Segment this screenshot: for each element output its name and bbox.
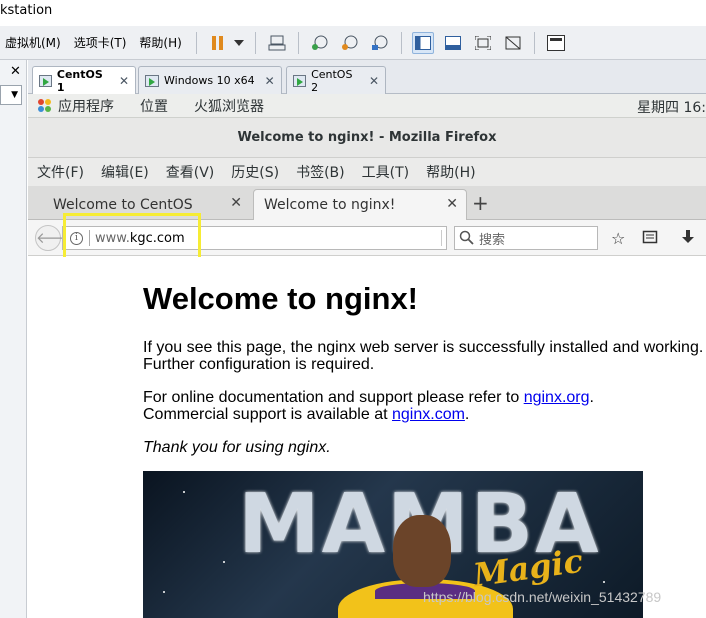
url-divider [89, 230, 90, 246]
site-info-icon[interactable]: i [70, 231, 83, 245]
thumbnail-view-icon[interactable] [545, 32, 567, 54]
search-placeholder: 搜索 [479, 232, 506, 248]
snapshot-revert-icon[interactable] [339, 32, 361, 54]
fullscreen-icon[interactable] [472, 32, 494, 54]
commercial-text: Commercial support is available at [143, 406, 392, 423]
firefox-launcher[interactable]: 火狐浏览器 [194, 96, 264, 116]
vm-tab-strip: CentOS 1 ✕ Windows 10 x64 ✕ CentOS 2 ✕ [28, 60, 706, 95]
clock[interactable]: 星期四 16: [637, 97, 706, 117]
applications-icon [38, 98, 52, 113]
search-input[interactable]: 搜索 [454, 226, 598, 250]
gnome-top-bar: 应用程序 位置 火狐浏览器 星期四 16: [28, 94, 706, 118]
menu-help[interactable]: 帮助(H) [134, 34, 189, 51]
close-icon[interactable]: ✕ [119, 74, 129, 88]
intro-paragraph: If you see this page, the nginx web serv… [143, 339, 704, 373]
back-arrow-icon[interactable]: 🡐 [35, 225, 76, 251]
docs-paragraph: For online documentation and support ple… [143, 389, 706, 423]
commercial-text-end: . [464, 406, 470, 423]
menu-tabs[interactable]: 选项卡(T) [69, 34, 135, 51]
tab-centos-1[interactable]: CentOS 1 ✕ [32, 66, 136, 95]
tab-label: Welcome to nginx! [264, 197, 396, 213]
toolbar-separator [254, 31, 256, 54]
nginx-org-link[interactable]: nginx.org [524, 389, 590, 406]
tab-label: CentOS 2 [311, 67, 353, 94]
nginx-com-link[interactable]: nginx.com [392, 406, 465, 423]
close-icon[interactable]: ✕ [230, 195, 242, 211]
new-tab-icon[interactable]: + [472, 191, 489, 215]
unity-icon[interactable] [502, 32, 524, 54]
places-menu[interactable]: 位置 [140, 96, 168, 116]
tab-centos-2[interactable]: CentOS 2 ✕ [286, 66, 386, 94]
menu-vm[interactable]: 虚拟机(M) [0, 34, 69, 51]
pause-icon[interactable] [207, 32, 229, 54]
docs-text: For online documentation and support ple… [143, 389, 524, 406]
close-icon[interactable]: ✕ [369, 74, 379, 88]
tab-welcome-centos[interactable]: Welcome to CentOS ✕ [28, 189, 250, 220]
console-view-icon[interactable] [442, 32, 464, 54]
vm-icon [39, 75, 52, 87]
toolbar-separator [297, 31, 299, 54]
vmware-window-title: kstation [0, 0, 706, 26]
dropdown-arrow-icon[interactable] [233, 32, 245, 54]
menu-help[interactable]: 帮助(H) [426, 162, 475, 182]
firefox-menubar: 文件(F) 编辑(E) 查看(V) 历史(S) 书签(B) 工具(T) 帮助(H… [28, 158, 706, 186]
firefox-navbar: 🡐 i www. kgc.com ↻ 搜索 ☆ [28, 220, 706, 256]
menu-edit[interactable]: 编辑(E) [101, 162, 149, 182]
thanks-paragraph: Thank you for using nginx. [143, 439, 331, 456]
close-icon[interactable]: ✕ [446, 196, 458, 212]
vm-icon [145, 74, 159, 87]
library-dropdown[interactable]: ▼ [0, 85, 22, 105]
menu-tools[interactable]: 工具(T) [362, 162, 409, 182]
url-bar[interactable]: i www. kgc.com ↻ [62, 226, 467, 250]
docs-text-end: . [589, 389, 594, 406]
menu-bookmarks[interactable]: 书签(B) [296, 162, 345, 182]
sidebar-view-icon[interactable] [411, 31, 434, 54]
toolbar-separator [195, 31, 197, 54]
page-heading: Welcome to nginx! [143, 281, 419, 316]
toolbar-separator [533, 31, 535, 54]
tab-label: Welcome to CentOS [53, 196, 193, 213]
firefox-tab-strip: Welcome to CentOS ✕ Welcome to nginx! ✕ … [28, 186, 706, 220]
vm-icon [293, 74, 307, 87]
search-icon [459, 230, 474, 245]
bookmark-star-icon[interactable]: ☆ [611, 229, 625, 248]
firefox-window-title: Welcome to nginx! - Mozilla Firefox [28, 118, 706, 158]
web-page-content: Welcome to nginx! If you see this page, … [28, 257, 706, 618]
applications-menu[interactable]: 应用程序 [58, 96, 114, 116]
snapshot-manager-icon[interactable] [369, 32, 391, 54]
library-panel: ✕ ▼ [0, 60, 27, 618]
send-keys-icon[interactable] [266, 32, 288, 54]
vmware-menubar: 虚拟机(M) 选项卡(T) 帮助(H) [0, 26, 706, 60]
player-head [393, 515, 451, 587]
tab-label: Windows 10 x64 [164, 74, 255, 87]
tab-windows-10[interactable]: Windows 10 x64 ✕ [138, 66, 282, 94]
reader-list-icon[interactable] [642, 229, 658, 249]
menu-file[interactable]: 文件(F) [37, 162, 84, 182]
watermark: https://blog.csdn.net/weixin_51432789 [423, 589, 662, 605]
tab-label: CentOS 1 [56, 68, 103, 94]
menu-history[interactable]: 历史(S) [231, 162, 279, 182]
menu-view[interactable]: 查看(V) [166, 162, 215, 182]
close-icon[interactable]: ✕ [265, 74, 275, 88]
url-divider [441, 230, 442, 246]
close-icon[interactable]: ✕ [10, 64, 21, 79]
tab-welcome-nginx[interactable]: Welcome to nginx! ✕ [253, 189, 467, 220]
snapshot-take-icon[interactable] [309, 32, 331, 54]
download-icon[interactable] [681, 229, 695, 249]
toolbar-separator [400, 31, 402, 54]
url-host: kgc.com [129, 230, 185, 246]
url-prefix: www. [95, 230, 130, 246]
